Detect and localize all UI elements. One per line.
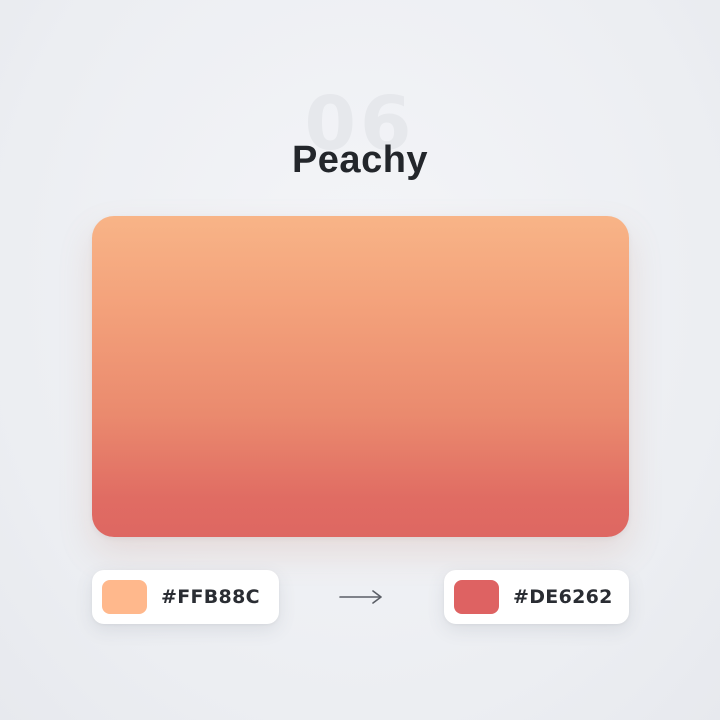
gradient-preview — [92, 216, 629, 537]
gradient-showcase-card: 06 Peachy #FFB88C #DE6262 — [0, 0, 720, 720]
end-color-swatch — [454, 580, 499, 614]
end-color-hex: #DE6262 — [513, 586, 613, 608]
start-color-swatch — [102, 580, 147, 614]
start-color-pill[interactable]: #FFB88C — [92, 570, 279, 624]
end-color-pill[interactable]: #DE6262 — [444, 570, 629, 624]
gradient-title: Peachy — [291, 139, 429, 181]
arrow-right-icon — [339, 590, 382, 604]
start-color-hex: #FFB88C — [161, 586, 260, 608]
